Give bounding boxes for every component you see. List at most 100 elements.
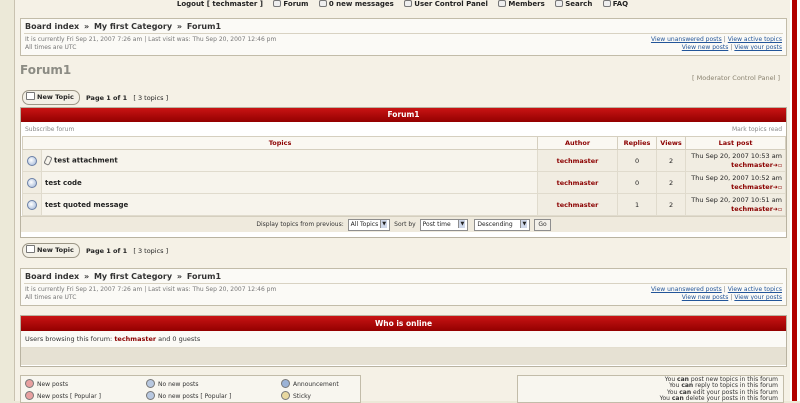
view-new-posts-link[interactable]: View new posts (682, 294, 729, 301)
who-is-online-header: Who is online (21, 316, 786, 331)
topic-filter-row: Display topics from previous: All Topics… (21, 216, 786, 232)
topic-replies: 1 (617, 193, 658, 216)
forum-icon (273, 0, 282, 7)
breadcrumb: Board index » My first Category » Forum1 (25, 22, 222, 31)
new-posts-popular-icon (25, 391, 34, 400)
nav-faq[interactable]: FAQ (602, 0, 628, 8)
topic-author[interactable]: techmaster (537, 171, 619, 194)
message-icon (318, 0, 327, 7)
topic-replies: 0 (617, 171, 658, 194)
members-icon (498, 0, 507, 7)
mark-topics-read-link[interactable]: Mark topics read (732, 126, 782, 133)
chevron-down-icon: ▼ (520, 219, 528, 228)
permission-line: You can delete your posts in this forum (659, 395, 778, 403)
last-post-date: Thu Sep 20, 2007 10:53 am (691, 151, 783, 160)
ucp-icon (404, 0, 413, 7)
display-topics-select[interactable]: All Topics ▼ (347, 218, 391, 231)
col-last-post: Last post (685, 136, 787, 150)
online-user-link[interactable]: techmaster (114, 335, 156, 343)
sort-order-select[interactable]: Descending ▼ (474, 218, 531, 231)
breadcrumb-divider (24, 283, 783, 284)
breadcrumb-forum[interactable]: Forum1 (187, 22, 221, 31)
breadcrumb-board-index[interactable]: Board index (25, 272, 79, 281)
view-latest-post-icon[interactable]: ➜▫ (773, 162, 782, 169)
view-your-posts-link[interactable]: View your posts (734, 44, 782, 51)
right-scrollbar[interactable] (790, 0, 800, 401)
topic-author[interactable]: techmaster (537, 193, 619, 216)
topics-table: Topics Author Replies Views Last post te… (21, 136, 787, 216)
view-new-posts-link[interactable]: View new posts (682, 44, 729, 51)
chevron-down-icon: ▼ (380, 219, 388, 228)
last-post-author[interactable]: techmaster (731, 161, 773, 169)
scrollbar-track[interactable] (792, 0, 797, 401)
breadcrumb: Board index » My first Category » Forum1 (25, 272, 222, 281)
last-post-author[interactable]: techmaster (731, 205, 773, 213)
col-author: Author (537, 136, 619, 150)
attachment-icon (43, 155, 53, 166)
topic-read-icon (27, 199, 37, 210)
breadcrumb-divider (24, 33, 783, 34)
view-unanswered-link[interactable]: View unanswered posts (651, 36, 722, 43)
quick-links-row-1: View unanswered posts | View active topics (650, 286, 782, 293)
legend-item: No new posts (146, 379, 198, 388)
topic-icon-legend: New posts No new posts Announcement New … (20, 375, 361, 403)
breadcrumb-category[interactable]: My first Category (94, 22, 172, 31)
forum-page: Logout [ techmaster ] Forum 0 new messag… (14, 0, 791, 403)
nav-new-messages[interactable]: 0 new messages (318, 0, 394, 8)
sort-by-select[interactable]: Post time ▼ (419, 218, 469, 231)
table-row: test quoted message techmaster 1 2 Thu S… (22, 193, 787, 216)
nav-members[interactable]: Members (498, 0, 545, 8)
new-topic-button[interactable]: New Topic (22, 243, 80, 258)
top-navigation: Logout [ techmaster ] Forum 0 new messag… (15, 0, 790, 9)
sticky-icon (281, 391, 290, 400)
go-button[interactable]: Go (534, 218, 551, 231)
users-browsing-text: Users browsing this forum: techmaster an… (21, 331, 786, 348)
search-icon (555, 0, 564, 7)
forum-permissions: You can post new topics in this forum Yo… (517, 375, 784, 403)
legend-item: Announcement (281, 379, 339, 388)
current-time-text: It is currently Fri Sep 21, 2007 7:26 am… (25, 36, 277, 43)
faq-icon (602, 0, 611, 7)
pagination-top: New Topic Page 1 of 1 [ 3 topics ] (22, 90, 168, 105)
topic-author[interactable]: techmaster (537, 149, 619, 172)
topic-title-link[interactable]: test attachment (54, 157, 118, 165)
subscribe-forum-link[interactable]: Subscribe forum (25, 126, 74, 133)
timezone-text: All times are UTC (25, 44, 77, 51)
view-latest-post-icon[interactable]: ➜▫ (773, 206, 782, 213)
topic-read-icon (27, 155, 37, 166)
moderator-cp-link[interactable]: Moderator Control Panel (697, 74, 776, 82)
nav-logout[interactable]: Logout [ techmaster ] (177, 0, 263, 8)
breadcrumb-board-index[interactable]: Board index (25, 22, 79, 31)
nav-forum[interactable]: Forum (273, 0, 308, 8)
nav-search[interactable]: Search (555, 0, 592, 8)
quick-links-row-2: View new posts | View your posts (681, 294, 782, 301)
table-row: test code techmaster 0 2 Thu Sep 20, 200… (22, 171, 787, 194)
timezone-text: All times are UTC (25, 294, 77, 301)
topic-title-link[interactable]: test code (45, 179, 82, 187)
breadcrumb-box-bottom: Board index » My first Category » Forum1… (20, 268, 787, 306)
topic-title-link[interactable]: test quoted message (45, 201, 128, 209)
forum-header: Forum1 (21, 108, 786, 122)
topic-read-icon (27, 177, 37, 188)
view-your-posts-link[interactable]: View your posts (734, 294, 782, 301)
pagination-bottom: New Topic Page 1 of 1 [ 3 topics ] (22, 243, 168, 258)
breadcrumb-forum[interactable]: Forum1 (187, 272, 221, 281)
legend-item: New posts [ Popular ] (25, 391, 101, 400)
subscribe-row: Subscribe forum Mark topics read (21, 122, 786, 136)
no-new-posts-icon (146, 379, 155, 388)
last-post-author[interactable]: techmaster (731, 183, 773, 191)
view-unanswered-link[interactable]: View unanswered posts (651, 286, 722, 293)
legend-item: New posts (25, 379, 68, 388)
view-latest-post-icon[interactable]: ➜▫ (773, 184, 782, 191)
new-topic-icon (26, 92, 35, 100)
breadcrumb-category[interactable]: My first Category (94, 272, 172, 281)
new-topic-button[interactable]: New Topic (22, 90, 80, 105)
view-active-link[interactable]: View active topics (728, 286, 782, 293)
legend-item: No new posts [ Popular ] (146, 391, 231, 400)
forum-topics-panel: Forum1 Subscribe forum Mark topics read … (20, 107, 787, 238)
page-title: Forum1 (20, 63, 72, 77)
nav-user-control-panel[interactable]: User Control Panel (404, 0, 488, 8)
legend-item: Sticky (281, 391, 311, 400)
view-active-link[interactable]: View active topics (728, 36, 782, 43)
topic-views: 2 (656, 149, 687, 172)
